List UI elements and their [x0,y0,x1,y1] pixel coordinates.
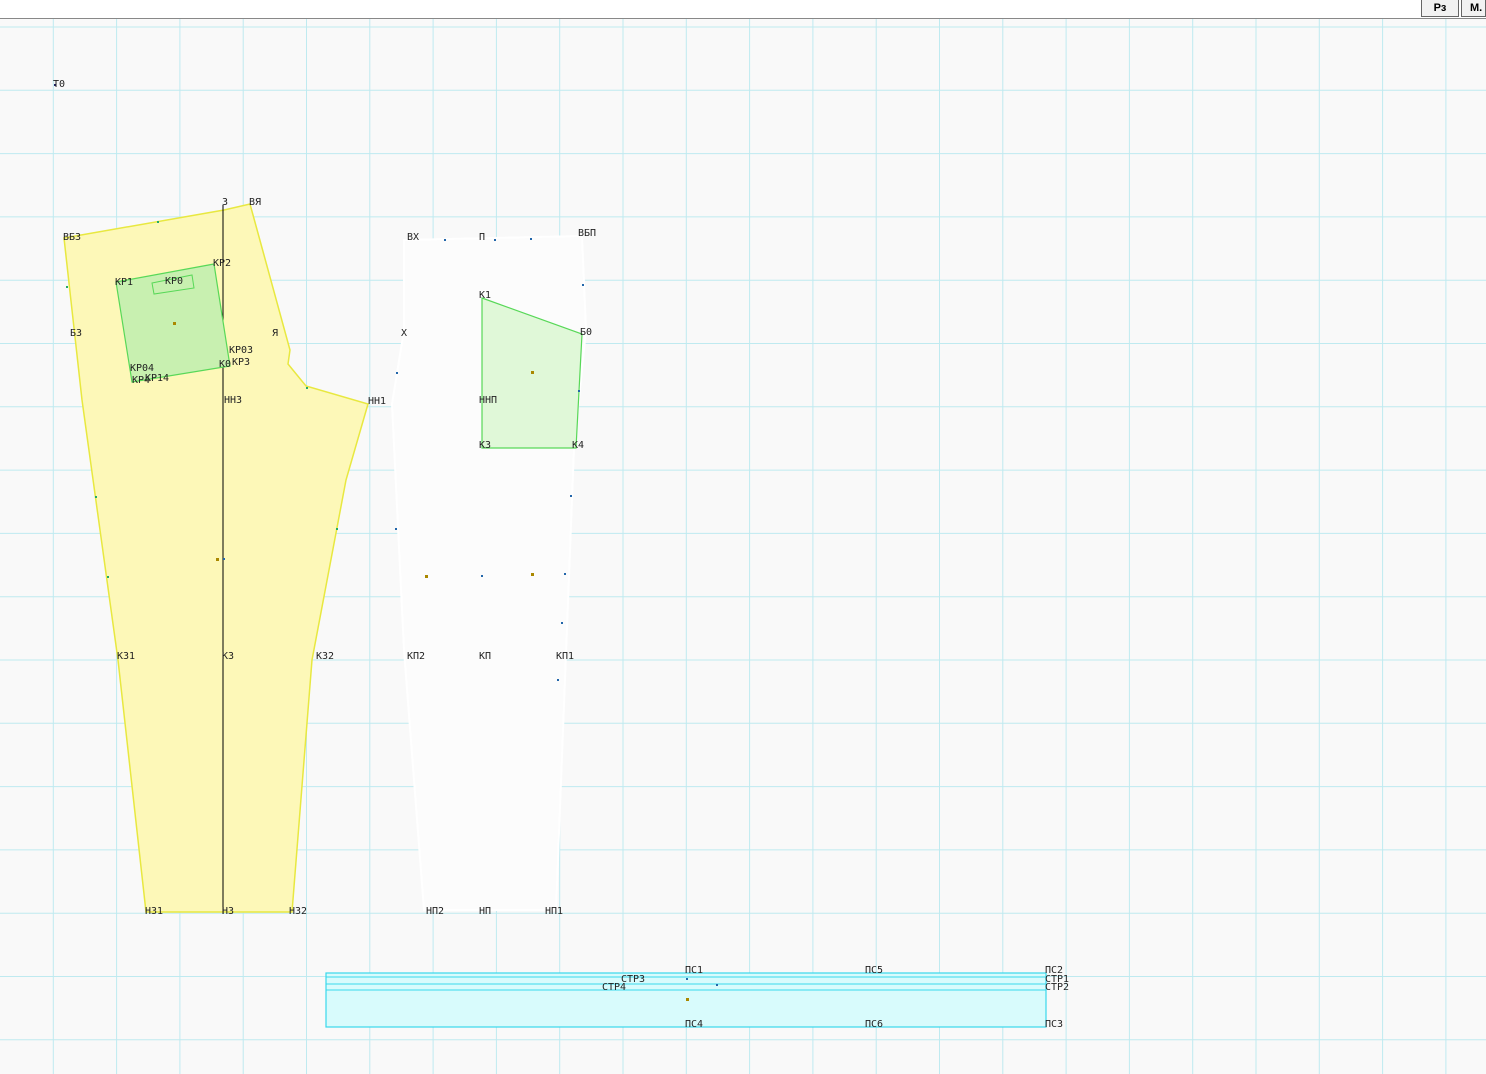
point-label-vbp[interactable]: ВБП [578,228,596,239]
marker [582,284,584,286]
point-label-nn3[interactable]: НН3 [224,395,242,406]
marker [716,984,718,986]
point-label-kp2[interactable]: КП2 [407,651,425,662]
m-button[interactable]: М. [1461,0,1486,17]
marker [686,978,688,980]
marker [306,387,308,389]
marker [66,286,68,288]
point-label-p[interactable]: П [479,232,485,243]
point-label-nz1[interactable]: НЗ1 [145,906,163,917]
top-toolbar: Рз М. [0,0,1486,19]
marker [157,221,159,223]
marker [336,528,338,530]
marker [557,679,559,681]
point-label-nz[interactable]: НЗ [222,906,234,917]
marker [578,390,580,392]
marker [561,622,563,624]
marker [396,372,398,374]
point-label-np[interactable]: НП [479,906,491,917]
pattern-canvas[interactable]: Т0 ВБЗ З ВЯ КР1 КР0 КР2 БЗ Я КР03 К0 КР3… [0,19,1486,1074]
point-label-str2[interactable]: СТР2 [1045,982,1069,993]
point-label-kr2[interactable]: КР2 [213,258,231,269]
marker [494,239,496,241]
point-label-np2[interactable]: НП2 [426,906,444,917]
marker [531,371,534,374]
point-label-vx[interactable]: ВХ [407,232,419,243]
point-label-x[interactable]: Х [401,328,407,339]
point-label-str4[interactable]: СТР4 [602,982,626,993]
point-label-nz2[interactable]: НЗ2 [289,906,307,917]
marker [425,575,428,578]
point-label-nn1[interactable]: НН1 [368,396,386,407]
point-label-k1[interactable]: К1 [479,290,491,301]
point-label-z[interactable]: З [222,197,228,208]
point-label-t0[interactable]: Т0 [53,79,65,90]
rz-button[interactable]: Рз [1421,0,1459,17]
marker [530,238,532,240]
marker [444,239,446,241]
marker [481,575,483,577]
marker [107,576,109,578]
point-label-kz[interactable]: КЗ [222,651,234,662]
point-label-kz2[interactable]: КЗ2 [316,651,334,662]
point-label-kz1[interactable]: КЗ1 [117,651,135,662]
marker [223,558,225,560]
point-label-ps6[interactable]: ПС6 [865,1019,883,1030]
point-label-vbz[interactable]: ВБЗ [63,232,81,243]
point-label-k0[interactable]: К0 [219,359,231,370]
point-label-kr14[interactable]: КР14 [145,373,169,384]
marker [173,322,176,325]
point-label-kr0[interactable]: КР0 [165,276,183,287]
point-label-ps4[interactable]: ПС4 [685,1019,703,1030]
point-label-vya[interactable]: ВЯ [249,197,261,208]
point-label-nnp[interactable]: ННП [479,395,497,406]
point-label-ya[interactable]: Я [272,328,278,339]
marker [95,496,97,498]
marker [216,558,219,561]
point-label-b0[interactable]: Б0 [580,327,592,338]
point-label-kr3[interactable]: КР3 [232,357,250,368]
point-label-ps1[interactable]: ПС1 [685,965,703,976]
marker [531,573,534,576]
marker [686,998,689,1001]
marker [570,495,572,497]
marker [564,573,566,575]
point-label-kr1[interactable]: КР1 [115,277,133,288]
marker [395,528,397,530]
point-label-kp[interactable]: КП [479,651,491,662]
point-label-kr03[interactable]: КР03 [229,345,253,356]
point-label-k3[interactable]: К3 [479,440,491,451]
point-label-ps5[interactable]: ПС5 [865,965,883,976]
point-label-bz[interactable]: БЗ [70,328,82,339]
point-label-np1[interactable]: НП1 [545,906,563,917]
point-label-ps3[interactable]: ПС3 [1045,1019,1063,1030]
point-label-k4[interactable]: К4 [572,440,584,451]
point-label-kp1[interactable]: КП1 [556,651,574,662]
